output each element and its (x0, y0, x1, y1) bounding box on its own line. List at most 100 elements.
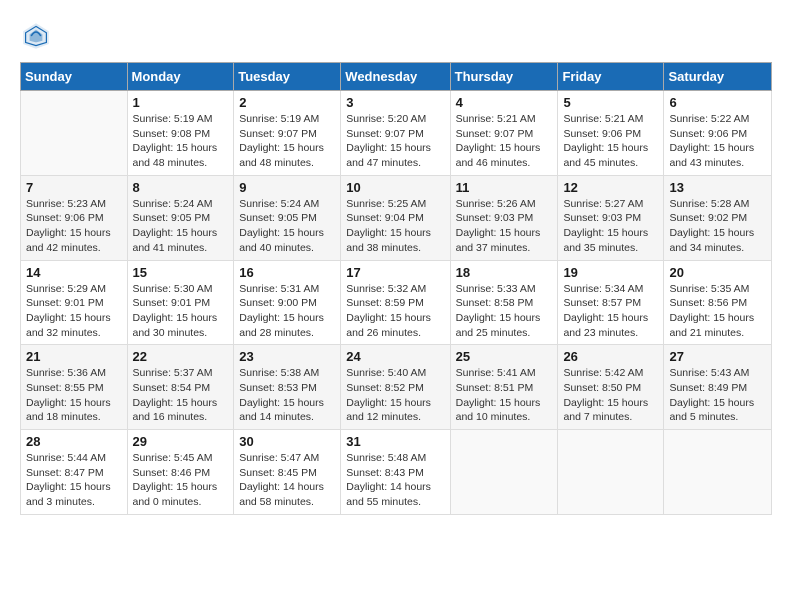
day-info: Sunrise: 5:41 AM Sunset: 8:51 PM Dayligh… (456, 366, 553, 425)
day-info: Sunrise: 5:48 AM Sunset: 8:43 PM Dayligh… (346, 451, 444, 510)
calendar-cell (21, 91, 128, 176)
day-info: Sunrise: 5:38 AM Sunset: 8:53 PM Dayligh… (239, 366, 335, 425)
day-number: 6 (669, 95, 766, 110)
day-info: Sunrise: 5:43 AM Sunset: 8:49 PM Dayligh… (669, 366, 766, 425)
calendar-cell: 30 Sunrise: 5:47 AM Sunset: 8:45 PM Dayli… (234, 430, 341, 515)
day-info: Sunrise: 5:37 AM Sunset: 8:54 PM Dayligh… (133, 366, 229, 425)
day-info: Sunrise: 5:29 AM Sunset: 9:01 PM Dayligh… (26, 282, 122, 341)
calendar-cell: 11 Sunrise: 5:26 AM Sunset: 9:03 PM Dayli… (450, 175, 558, 260)
day-info: Sunrise: 5:35 AM Sunset: 8:56 PM Dayligh… (669, 282, 766, 341)
calendar-table: SundayMondayTuesdayWednesdayThursdayFrid… (20, 62, 772, 515)
day-info: Sunrise: 5:36 AM Sunset: 8:55 PM Dayligh… (26, 366, 122, 425)
day-info: Sunrise: 5:30 AM Sunset: 9:01 PM Dayligh… (133, 282, 229, 341)
calendar-cell: 6 Sunrise: 5:22 AM Sunset: 9:06 PM Daylig… (664, 91, 772, 176)
day-number: 24 (346, 349, 444, 364)
day-info: Sunrise: 5:24 AM Sunset: 9:05 PM Dayligh… (133, 197, 229, 256)
day-number: 26 (563, 349, 658, 364)
day-number: 13 (669, 180, 766, 195)
day-number: 25 (456, 349, 553, 364)
calendar-cell: 28 Sunrise: 5:44 AM Sunset: 8:47 PM Dayli… (21, 430, 128, 515)
calendar-cell: 12 Sunrise: 5:27 AM Sunset: 9:03 PM Dayli… (558, 175, 664, 260)
calendar-cell: 24 Sunrise: 5:40 AM Sunset: 8:52 PM Dayli… (341, 345, 450, 430)
calendar-cell: 4Sunrise: 5:21 AM Sunset: 9:07 PM Daylig… (450, 91, 558, 176)
week-row-2: 7 Sunrise: 5:23 AM Sunset: 9:06 PM Daylig… (21, 175, 772, 260)
logo (20, 20, 58, 52)
calendar-cell: 20Sunrise: 5:35 AM Sunset: 8:56 PM Dayli… (664, 260, 772, 345)
day-info: Sunrise: 5:31 AM Sunset: 9:00 PM Dayligh… (239, 282, 335, 341)
week-row-1: 1 Sunrise: 5:19 AM Sunset: 9:08 PM Daylig… (21, 91, 772, 176)
calendar-cell: 8 Sunrise: 5:24 AM Sunset: 9:05 PM Daylig… (127, 175, 234, 260)
day-info: Sunrise: 5:32 AM Sunset: 8:59 PM Dayligh… (346, 282, 444, 341)
calendar-cell: 25 Sunrise: 5:41 AM Sunset: 8:51 PM Dayli… (450, 345, 558, 430)
day-number: 18 (456, 265, 553, 280)
calendar-cell (450, 430, 558, 515)
day-info: Sunrise: 5:33 AM Sunset: 8:58 PM Dayligh… (456, 282, 553, 341)
day-number: 9 (239, 180, 335, 195)
day-number: 31 (346, 434, 444, 449)
calendar-cell: 22 Sunrise: 5:37 AM Sunset: 8:54 PM Dayli… (127, 345, 234, 430)
day-info: Sunrise: 5:25 AM Sunset: 9:04 PM Dayligh… (346, 197, 444, 256)
day-info: Sunrise: 5:23 AM Sunset: 9:06 PM Dayligh… (26, 197, 122, 256)
day-info: Sunrise: 5:40 AM Sunset: 8:52 PM Dayligh… (346, 366, 444, 425)
day-number: 5 (563, 95, 658, 110)
weekday-header-tuesday: Tuesday (234, 63, 341, 91)
calendar-cell: 16 Sunrise: 5:31 AM Sunset: 9:00 PM Dayli… (234, 260, 341, 345)
calendar-cell: 21 Sunrise: 5:36 AM Sunset: 8:55 PM Dayli… (21, 345, 128, 430)
weekday-header-friday: Friday (558, 63, 664, 91)
day-number: 30 (239, 434, 335, 449)
weekday-header-row: SundayMondayTuesdayWednesdayThursdayFrid… (21, 63, 772, 91)
calendar-cell: 15Sunrise: 5:30 AM Sunset: 9:01 PM Dayli… (127, 260, 234, 345)
calendar-cell: 13Sunrise: 5:28 AM Sunset: 9:02 PM Dayli… (664, 175, 772, 260)
day-number: 11 (456, 180, 553, 195)
calendar-cell: 19 Sunrise: 5:34 AM Sunset: 8:57 PM Dayli… (558, 260, 664, 345)
day-number: 19 (563, 265, 658, 280)
calendar-cell: 7 Sunrise: 5:23 AM Sunset: 9:06 PM Daylig… (21, 175, 128, 260)
day-number: 21 (26, 349, 122, 364)
calendar-cell: 27 Sunrise: 5:43 AM Sunset: 8:49 PM Dayli… (664, 345, 772, 430)
day-info: Sunrise: 5:34 AM Sunset: 8:57 PM Dayligh… (563, 282, 658, 341)
calendar-cell: 5Sunrise: 5:21 AM Sunset: 9:06 PM Daylig… (558, 91, 664, 176)
calendar-cell: 14Sunrise: 5:29 AM Sunset: 9:01 PM Dayli… (21, 260, 128, 345)
day-info: Sunrise: 5:42 AM Sunset: 8:50 PM Dayligh… (563, 366, 658, 425)
day-number: 8 (133, 180, 229, 195)
calendar-cell: 9Sunrise: 5:24 AM Sunset: 9:05 PM Daylig… (234, 175, 341, 260)
day-number: 2 (239, 95, 335, 110)
day-info: Sunrise: 5:27 AM Sunset: 9:03 PM Dayligh… (563, 197, 658, 256)
calendar-cell (664, 430, 772, 515)
day-number: 23 (239, 349, 335, 364)
day-number: 16 (239, 265, 335, 280)
day-number: 12 (563, 180, 658, 195)
day-info: Sunrise: 5:22 AM Sunset: 9:06 PM Dayligh… (669, 112, 766, 171)
day-info: Sunrise: 5:19 AM Sunset: 9:07 PM Dayligh… (239, 112, 335, 171)
weekday-header-thursday: Thursday (450, 63, 558, 91)
weekday-header-wednesday: Wednesday (341, 63, 450, 91)
week-row-4: 21 Sunrise: 5:36 AM Sunset: 8:55 PM Dayli… (21, 345, 772, 430)
day-info: Sunrise: 5:26 AM Sunset: 9:03 PM Dayligh… (456, 197, 553, 256)
calendar-cell: 29Sunrise: 5:45 AM Sunset: 8:46 PM Dayli… (127, 430, 234, 515)
day-info: Sunrise: 5:19 AM Sunset: 9:08 PM Dayligh… (133, 112, 229, 171)
calendar-cell (558, 430, 664, 515)
week-row-5: 28 Sunrise: 5:44 AM Sunset: 8:47 PM Dayli… (21, 430, 772, 515)
day-number: 7 (26, 180, 122, 195)
calendar-cell: 17 Sunrise: 5:32 AM Sunset: 8:59 PM Dayli… (341, 260, 450, 345)
weekday-header-saturday: Saturday (664, 63, 772, 91)
logo-icon (20, 20, 52, 52)
day-number: 3 (346, 95, 444, 110)
day-number: 27 (669, 349, 766, 364)
day-number: 22 (133, 349, 229, 364)
day-number: 10 (346, 180, 444, 195)
calendar-cell: 31 Sunrise: 5:48 AM Sunset: 8:43 PM Dayli… (341, 430, 450, 515)
page-header (20, 20, 772, 52)
calendar-cell: 18 Sunrise: 5:33 AM Sunset: 8:58 PM Dayli… (450, 260, 558, 345)
calendar-cell: 10 Sunrise: 5:25 AM Sunset: 9:04 PM Dayli… (341, 175, 450, 260)
day-number: 28 (26, 434, 122, 449)
week-row-3: 14Sunrise: 5:29 AM Sunset: 9:01 PM Dayli… (21, 260, 772, 345)
day-number: 4 (456, 95, 553, 110)
weekday-header-monday: Monday (127, 63, 234, 91)
day-info: Sunrise: 5:44 AM Sunset: 8:47 PM Dayligh… (26, 451, 122, 510)
day-number: 1 (133, 95, 229, 110)
day-info: Sunrise: 5:45 AM Sunset: 8:46 PM Dayligh… (133, 451, 229, 510)
calendar-cell: 2 Sunrise: 5:19 AM Sunset: 9:07 PM Daylig… (234, 91, 341, 176)
day-number: 17 (346, 265, 444, 280)
day-info: Sunrise: 5:47 AM Sunset: 8:45 PM Dayligh… (239, 451, 335, 510)
